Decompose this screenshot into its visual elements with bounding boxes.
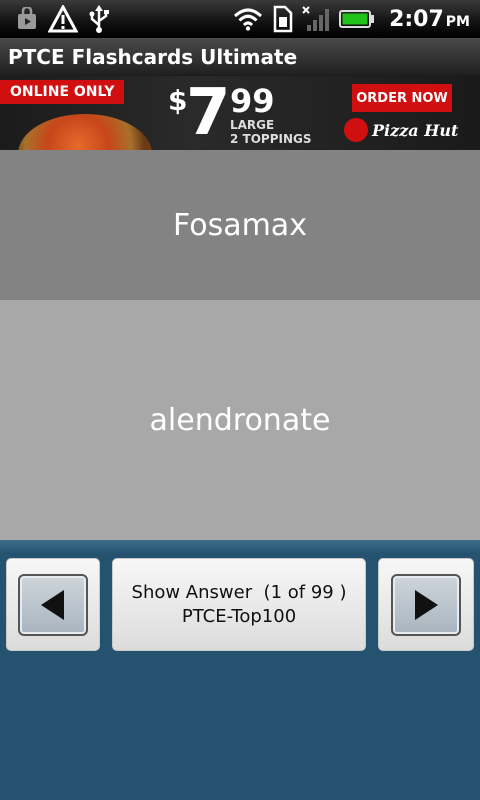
arrow-right-icon bbox=[391, 573, 461, 636]
next-card-button[interactable] bbox=[378, 558, 474, 651]
answer-text: alendronate bbox=[149, 402, 331, 438]
no-signal-icon bbox=[301, 5, 331, 33]
ad-dollar-sign: $ bbox=[168, 84, 188, 117]
system-icons: 2:07 PM bbox=[233, 5, 480, 33]
usb-icon bbox=[88, 5, 110, 33]
ad-offer-text: LARGE 2 TOPPINGS bbox=[230, 118, 312, 146]
arrow-left-icon bbox=[18, 573, 88, 636]
wifi-icon bbox=[233, 7, 263, 31]
pizza-image bbox=[18, 114, 152, 150]
status-clock: 2:07 PM bbox=[389, 6, 470, 32]
show-answer-label: Show Answer (1 of 99 ) bbox=[131, 581, 347, 603]
ad-price-cents: 99 bbox=[230, 82, 275, 120]
battery-icon bbox=[339, 8, 375, 30]
app-title: PTCE Flashcards Ultimate bbox=[8, 45, 298, 69]
flashcard-answer[interactable]: alendronate bbox=[0, 300, 480, 540]
ad-price-whole: 7 bbox=[186, 76, 231, 150]
warning-icon bbox=[48, 5, 78, 33]
sim-icon bbox=[271, 5, 293, 33]
deck-name-label: PTCE-Top100 bbox=[181, 605, 297, 627]
app-title-bar: PTCE Flashcards Ultimate bbox=[0, 38, 480, 76]
bag-icon bbox=[16, 7, 38, 31]
notification-icons bbox=[0, 5, 110, 33]
show-answer-button[interactable]: Show Answer (1 of 99 ) PTCE-Top100 bbox=[112, 558, 366, 651]
flashcard-question[interactable]: Fosamax bbox=[0, 150, 480, 300]
ad-online-badge: ONLINE ONLY bbox=[0, 80, 125, 104]
status-bar: 2:07 PM bbox=[0, 0, 480, 38]
previous-card-button[interactable] bbox=[6, 558, 100, 651]
order-now-button[interactable]: ORDER NOW bbox=[352, 84, 452, 112]
ad-offer-line1: LARGE bbox=[230, 118, 275, 132]
bottom-controls: Show Answer (1 of 99 ) PTCE-Top100 bbox=[0, 540, 480, 800]
ad-offer-line2: 2 TOPPINGS bbox=[230, 132, 312, 146]
ad-banner[interactable]: ONLINE ONLY $ 7 99 LARGE 2 TOPPINGS ORDE… bbox=[0, 76, 480, 150]
question-text: Fosamax bbox=[173, 207, 307, 243]
pizza-hut-logo: Pizza Hut bbox=[344, 118, 458, 142]
ad-brand-name: Pizza Hut bbox=[372, 120, 459, 140]
pizza-hut-hat-icon bbox=[344, 118, 368, 142]
